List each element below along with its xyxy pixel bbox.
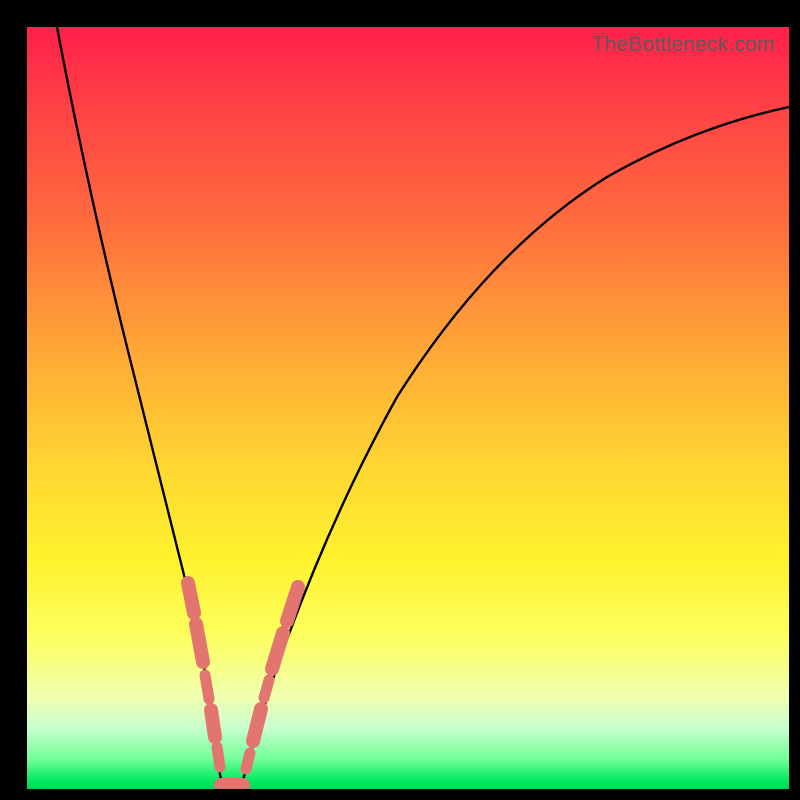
marker-cluster-left	[205, 675, 209, 699]
marker-cluster-right	[264, 680, 269, 698]
plot-area: TheBottleneck.com	[27, 27, 789, 789]
curve-overlay	[27, 27, 789, 789]
marker-cluster-left	[211, 710, 215, 737]
bottleneck-curve	[57, 27, 789, 787]
marker-cluster-left	[217, 747, 220, 767]
marker-cluster-left	[196, 624, 203, 662]
marker-cluster-left	[188, 583, 194, 613]
marker-cluster-right	[272, 633, 283, 669]
chart-frame: TheBottleneck.com	[0, 0, 800, 800]
marker-cluster-right	[253, 709, 261, 741]
marker-cluster-right	[246, 753, 250, 769]
